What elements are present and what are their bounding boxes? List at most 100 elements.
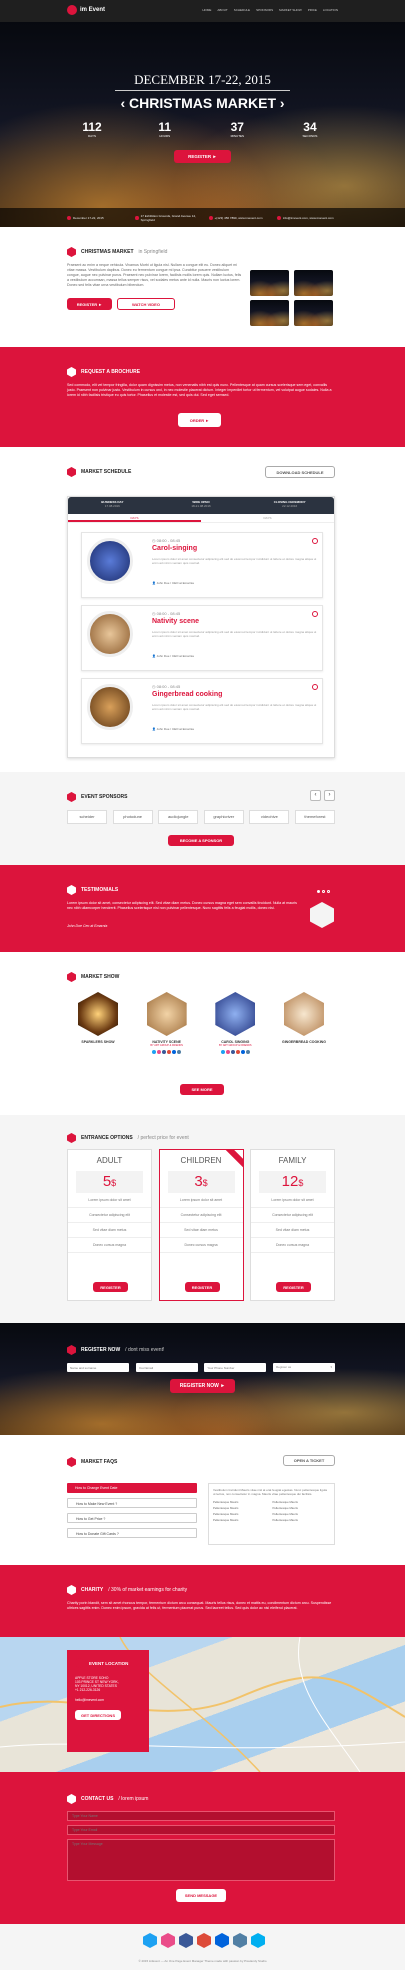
- register-now-button[interactable]: REGISTER NOW ►: [170, 1379, 235, 1393]
- location-heading: EVENT LOCATION: [75, 1658, 141, 1668]
- instagram-icon[interactable]: [177, 1050, 182, 1054]
- email-input[interactable]: [135, 1363, 198, 1372]
- gallery-photo-2[interactable]: [294, 270, 333, 296]
- show-image: [215, 992, 256, 1036]
- google-plus-icon[interactable]: [197, 1933, 211, 1948]
- plan-register-button[interactable]: REGISTER: [184, 1282, 220, 1292]
- hero-register-button[interactable]: REGISTER ►: [174, 150, 231, 163]
- instagram-icon[interactable]: [245, 1050, 250, 1054]
- sponsor-logo[interactable]: graphicriver: [203, 810, 244, 824]
- schedule-item[interactable]: ◷ 08:00 - 08:45 Carol-singing Lorem ipsu…: [81, 532, 323, 598]
- prev-arrow-icon[interactable]: ‹: [310, 790, 321, 801]
- faq-question[interactable]: How to Change Event Date: [67, 1483, 197, 1493]
- tab-days-1[interactable]: DAYS: [68, 514, 201, 522]
- faq-list-item: Pellentesque Mauris: [213, 1512, 239, 1516]
- skype-icon[interactable]: [251, 1933, 265, 1948]
- send-message-button[interactable]: SEND MESSAGE: [176, 1889, 226, 1902]
- tab-days-2[interactable]: DAYS: [201, 514, 334, 522]
- schedule-item[interactable]: ◷ 08:00 - 08:45 Gingerbread cooking Lore…: [81, 678, 323, 744]
- hexagon-icon: [67, 247, 76, 257]
- day-tab-2[interactable]: WIDE OPEN 18-21.08.2016: [157, 497, 246, 514]
- twitter-icon[interactable]: [143, 1933, 157, 1948]
- gallery-photo-3[interactable]: [250, 300, 289, 326]
- facebook-icon[interactable]: [162, 1050, 167, 1054]
- show-heading: MARKET SHOW: [67, 972, 119, 982]
- nav-location[interactable]: LOCATION: [323, 8, 338, 12]
- nav-market-show[interactable]: MARKET SHOW: [279, 8, 302, 12]
- register-heading: REGISTER NOW / dont miss event!: [67, 1345, 164, 1355]
- nav-about[interactable]: ABOUT: [217, 8, 227, 12]
- contact-email-input[interactable]: [67, 1825, 335, 1835]
- nav-schedule[interactable]: SCHEDULE: [234, 8, 250, 12]
- contact-message-input[interactable]: [67, 1839, 335, 1881]
- register-as-select[interactable]: Register as ▾: [272, 1363, 335, 1372]
- order-button[interactable]: ORDER ►: [178, 413, 221, 427]
- plan-feature: Consectetur adipiscing elit: [251, 1208, 334, 1223]
- hexagon-icon: [67, 1794, 76, 1804]
- nav-price[interactable]: PRICE: [308, 8, 317, 12]
- facebook-icon[interactable]: [179, 1933, 193, 1948]
- next-arrow-icon[interactable]: ›: [324, 790, 335, 801]
- bookmark-icon[interactable]: [312, 684, 318, 690]
- flickr-icon[interactable]: [172, 1050, 177, 1054]
- phone-input[interactable]: [204, 1363, 267, 1372]
- download-schedule-button[interactable]: DOWNLOAD SCHEDULE: [265, 466, 335, 478]
- countdown-minutes: 37 MINUTES: [230, 120, 245, 138]
- map-marker-icon: [135, 215, 139, 220]
- flickr-icon[interactable]: [240, 1050, 245, 1054]
- register-section: REGISTER NOW/ dont miss event! Register …: [0, 1323, 405, 1435]
- day-tab-1[interactable]: BUSINESS DAY 17.08.2016: [68, 497, 157, 514]
- faq-question[interactable]: How to Make New Event ?: [67, 1498, 197, 1508]
- instagram-icon[interactable]: [233, 1933, 247, 1948]
- gallery-photo-1[interactable]: [250, 270, 289, 296]
- footer-social: [143, 1933, 265, 1948]
- day-tab-3[interactable]: CLOSING CEREMONY 22.12.2016: [245, 497, 334, 514]
- show-card[interactable]: NATIVITY SCENE BY ART GROUP & FRIENDS: [136, 992, 198, 1054]
- dot[interactable]: [327, 890, 330, 893]
- social-icons: [136, 1050, 198, 1054]
- map[interactable]: [0, 1637, 405, 1772]
- google-plus-icon[interactable]: [167, 1050, 172, 1054]
- testimonials-heading: TESTIMONIALS: [67, 885, 118, 895]
- get-directions-button[interactable]: GET DIRECTIONS: [75, 1710, 121, 1720]
- gallery-photo-4[interactable]: [294, 300, 333, 326]
- twitter-icon[interactable]: [152, 1050, 157, 1054]
- faq-question[interactable]: How to Get Price ?: [67, 1513, 197, 1523]
- sponsor-logo[interactable]: photodune: [112, 810, 153, 824]
- name-input[interactable]: [67, 1363, 129, 1372]
- sponsor-logo[interactable]: videohive: [249, 810, 290, 824]
- sponsor-logo[interactable]: audiojungle: [158, 810, 199, 824]
- brand[interactable]: im Event: [80, 7, 105, 13]
- dribbble-icon[interactable]: [161, 1933, 175, 1948]
- bookmark-icon[interactable]: [312, 611, 318, 617]
- become-sponsor-button[interactable]: BECOME A SPONSOR: [168, 835, 234, 846]
- dribbble-icon[interactable]: [225, 1050, 230, 1054]
- countdown-days: 112 DAYS: [82, 120, 102, 138]
- nav-sponsors[interactable]: SPONSORS: [256, 8, 273, 12]
- twitter-icon[interactable]: [220, 1050, 225, 1054]
- show-card[interactable]: SPARKLERS SHOW: [67, 992, 129, 1054]
- plan-register-button[interactable]: REGISTER: [93, 1282, 128, 1292]
- plan-price: 5$: [76, 1171, 143, 1193]
- sponsor-logo[interactable]: scheider: [67, 810, 107, 824]
- flickr-icon[interactable]: [215, 1933, 229, 1948]
- facebook-icon[interactable]: [230, 1050, 235, 1054]
- bookmark-icon[interactable]: [312, 538, 318, 544]
- schedule-item[interactable]: ◷ 08:00 - 08:45 Nativity scene Lorem ips…: [81, 605, 323, 671]
- nav-home[interactable]: HOME: [202, 8, 211, 12]
- dot[interactable]: [317, 890, 320, 893]
- dribbble-icon[interactable]: [157, 1050, 162, 1054]
- show-card[interactable]: CAROL SINGING BY ART GROUP & FRIENDS: [204, 992, 266, 1054]
- see-more-button[interactable]: SEE MORE: [180, 1084, 224, 1095]
- open-ticket-button[interactable]: OPEN A TICKET: [283, 1455, 335, 1466]
- faq-question[interactable]: How to Donate Gift Cards ?: [67, 1528, 197, 1538]
- google-plus-icon[interactable]: [235, 1050, 240, 1054]
- dot[interactable]: [322, 890, 325, 893]
- watch-video-button[interactable]: WATCH VIDEO: [117, 298, 175, 310]
- show-card[interactable]: GINGERBREAD COOKING: [273, 992, 335, 1054]
- contact-name-input[interactable]: [67, 1811, 335, 1821]
- plan-register-button[interactable]: REGISTER: [276, 1282, 311, 1292]
- about-register-button[interactable]: REGISTER ►: [67, 298, 112, 310]
- sponsor-logo[interactable]: themeforest: [294, 810, 335, 824]
- event-name: Nativity scene: [152, 618, 200, 625]
